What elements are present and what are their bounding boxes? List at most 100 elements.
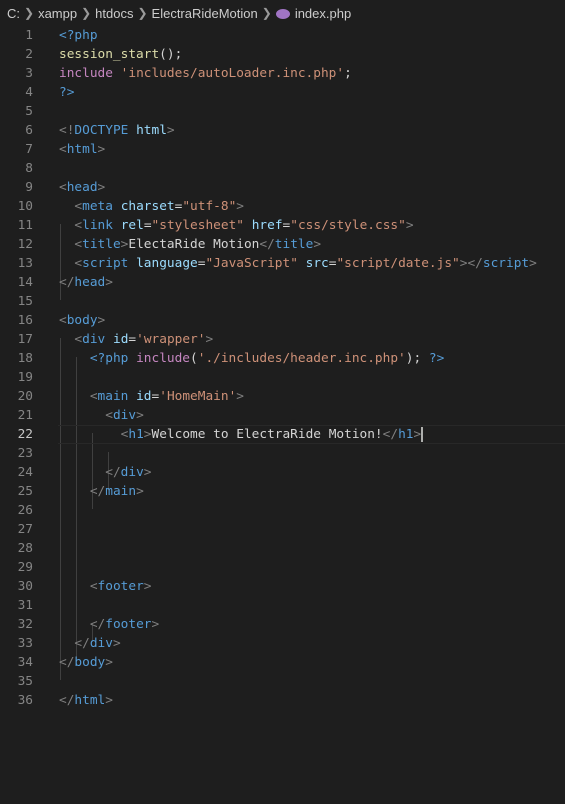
code-token: </	[89, 617, 106, 632]
code-token: =	[143, 218, 152, 233]
code-token: session_start	[59, 47, 160, 62]
code-line[interactable]: 2 session_start();	[0, 45, 565, 64]
code-token: >	[97, 142, 106, 157]
code-line[interactable]: 7 <html>	[0, 140, 565, 159]
code-line[interactable]: 33 </div>	[0, 634, 565, 653]
code-line[interactable]: 25 </main>	[0, 482, 565, 501]
code-token: <	[89, 389, 98, 404]
line-number: 13	[17, 256, 33, 271]
code-line[interactable]: 5	[0, 102, 565, 121]
code-token: <	[74, 256, 83, 271]
code-token: "script/date.js"	[336, 256, 460, 271]
code-token: </	[89, 484, 106, 499]
code-line[interactable]: 32 </footer>	[0, 615, 565, 634]
code-editor[interactable]: 1 <?php 2 session_start(); 3 include 'include…	[0, 26, 565, 710]
code-line[interactable]: 27	[0, 520, 565, 539]
code-line[interactable]: 20 <main id='HomeMain'>	[0, 387, 565, 406]
code-text: </main>	[59, 482, 144, 501]
code-token: html	[66, 142, 98, 157]
code-token: >	[97, 180, 106, 195]
code-token: title	[82, 237, 121, 252]
code-token: >	[313, 237, 322, 252]
code-token: id	[112, 332, 129, 347]
code-line[interactable]: 26	[0, 501, 565, 520]
php-elephant-icon	[275, 9, 290, 19]
code-text: ?>	[59, 83, 74, 102]
code-token: <	[59, 313, 67, 328]
code-line[interactable]: 16 <body>	[0, 311, 565, 330]
code-line[interactable]: 1 <?php	[0, 26, 565, 45]
breadcrumb-item-drive[interactable]: C:	[7, 6, 20, 21]
code-line[interactable]: 15	[0, 292, 565, 311]
code-token: >	[143, 465, 152, 480]
code-line[interactable]: 11 <link rel="stylesheet" href="css/styl…	[0, 216, 565, 235]
code-token: footer	[97, 579, 144, 594]
code-line[interactable]: 35	[0, 672, 565, 691]
code-token: >	[105, 693, 113, 708]
line-number: 32	[17, 617, 33, 632]
code-line[interactable]: 3 include 'includes/autoLoader.inc.php';	[0, 64, 565, 83]
code-token: meta	[82, 199, 113, 214]
code-token: main	[105, 484, 137, 499]
breadcrumb-item-htdocs[interactable]: htdocs	[95, 6, 133, 21]
code-line[interactable]: 23	[0, 444, 565, 463]
code-line[interactable]: 9 <head>	[0, 178, 565, 197]
line-number: 6	[25, 123, 33, 138]
code-token: >	[151, 617, 160, 632]
code-line[interactable]: 34 </body>	[0, 653, 565, 672]
line-number: 10	[17, 199, 33, 214]
code-token: >	[236, 199, 244, 214]
breadcrumb-item-project[interactable]: ElectraRideMotion	[152, 6, 258, 21]
code-line[interactable]: 19	[0, 368, 565, 387]
code-token: "stylesheet"	[151, 218, 244, 233]
code-text: session_start();	[59, 45, 182, 64]
code-token: =	[128, 332, 137, 347]
code-line[interactable]: 12 <title>ElectaRide Motion</title>	[0, 235, 565, 254]
code-token: h1	[398, 427, 414, 442]
line-number: 17	[17, 332, 33, 347]
code-line[interactable]: 8	[0, 159, 565, 178]
code-token: Welcome to ElectraRide Motion!	[151, 427, 383, 442]
breadcrumb-item-file[interactable]: index.php	[295, 6, 351, 21]
code-text: <div id='wrapper'>	[59, 330, 213, 349]
code-text: </footer>	[59, 615, 159, 634]
code-token: src	[305, 256, 329, 271]
code-line[interactable]: 31	[0, 596, 565, 615]
code-line[interactable]: 21 <div>	[0, 406, 565, 425]
chevron-right-icon: ❯	[137, 6, 148, 20]
code-line[interactable]: 28	[0, 539, 565, 558]
code-line[interactable]: 36 </html>	[0, 691, 565, 710]
code-token: ></	[459, 256, 483, 271]
code-line[interactable]: 18 <?php include('./includes/header.inc.…	[0, 349, 565, 368]
code-token: id	[136, 389, 152, 404]
code-text: <?php	[59, 26, 98, 45]
code-line[interactable]: 17 <div id='wrapper'>	[0, 330, 565, 349]
code-line[interactable]: 14 </head>	[0, 273, 565, 292]
line-number: 11	[17, 218, 33, 233]
code-line[interactable]: 6 <!DOCTYPE html>	[0, 121, 565, 140]
line-number: 1	[25, 28, 33, 43]
code-line[interactable]: 24 </div>	[0, 463, 565, 482]
code-line[interactable]: 22 <h1>Welcome to ElectraRide Motion!</h…	[0, 425, 565, 444]
code-token: <	[74, 218, 83, 233]
code-line[interactable]: 13 <script language="JavaScript" src="sc…	[0, 254, 565, 273]
code-token: >	[143, 579, 152, 594]
code-token: div	[89, 636, 113, 651]
code-line[interactable]: 30 <footer>	[0, 577, 565, 596]
breadcrumb: C: ❯ xampp ❯ htdocs ❯ ElectraRideMotion …	[0, 0, 565, 26]
code-line[interactable]: 29	[0, 558, 565, 577]
code-line[interactable]: 10 <meta charset="utf-8">	[0, 197, 565, 216]
line-number: 5	[25, 104, 33, 119]
line-number: 15	[17, 294, 33, 309]
code-line[interactable]: 4 ?>	[0, 83, 565, 102]
breadcrumb-item-xampp[interactable]: xampp	[38, 6, 77, 21]
